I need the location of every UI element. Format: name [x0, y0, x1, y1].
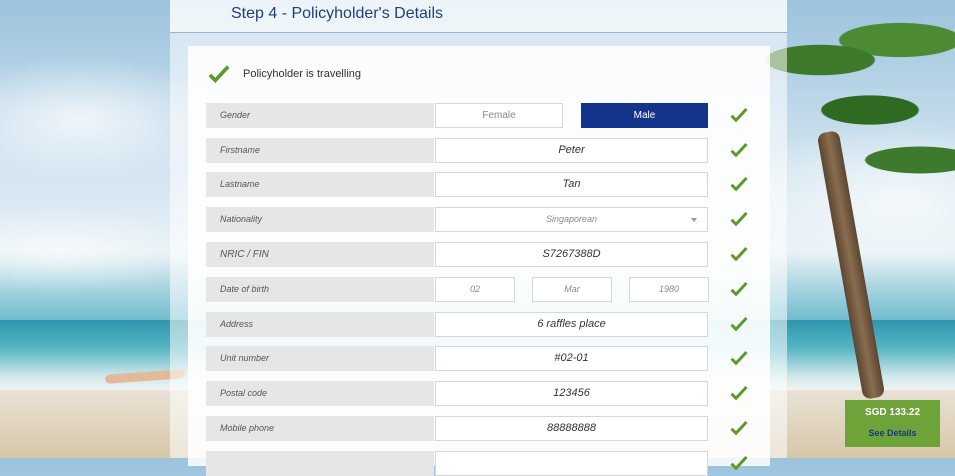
nationality-select[interactable]: Singaporean [435, 207, 708, 232]
dob-month-input[interactable]: Mar [532, 277, 612, 302]
lastname-label: Lastname [206, 172, 434, 197]
checkmark-icon [730, 107, 748, 123]
policyholder-card: Policyholder is travelling Gender Female… [188, 46, 770, 476]
nationality-label: Nationality [206, 207, 434, 232]
next-row [206, 451, 748, 476]
nric-input[interactable]: S7267388D [435, 242, 708, 267]
checkmark-icon [730, 176, 748, 192]
checkmark-icon [730, 455, 748, 471]
gender-female-button[interactable]: Female [435, 103, 563, 128]
mobile-label: Mobile phone [206, 416, 434, 441]
postal-row: Postal code 123456 [206, 381, 748, 406]
checkmark-icon [730, 246, 748, 262]
lastname-row: Lastname Tan [206, 172, 748, 197]
nationality-row: Nationality Singaporean [206, 207, 748, 232]
dob-row: Date of birth 02 Mar 1980 [206, 277, 748, 302]
nric-label: NRIC / FIN [206, 242, 434, 267]
address-input[interactable]: 6 raffles place [435, 312, 708, 337]
postal-label: Postal code [206, 381, 434, 406]
checkmark-icon [730, 211, 748, 227]
firstname-label: Firstname [206, 138, 434, 163]
firstname-row: Firstname Peter [206, 138, 748, 163]
checkmark-icon [208, 65, 230, 84]
postal-input[interactable]: 123456 [435, 381, 708, 406]
checkmark-icon [730, 385, 748, 401]
dob-day-input[interactable]: 02 [435, 277, 515, 302]
mobile-input[interactable]: 88888888 [435, 416, 708, 441]
nric-row: NRIC / FIN S7267388D [206, 242, 748, 267]
step-title: Step 4 - Policyholder's Details [231, 5, 444, 22]
checkmark-icon [730, 350, 748, 366]
address-label: Address [206, 312, 434, 337]
step-header: Step 4 - Policyholder's Details [170, 0, 787, 33]
gender-label: Gender [206, 103, 434, 128]
address-row: Address 6 raffles place [206, 312, 748, 337]
checkmark-icon [730, 316, 748, 332]
price-summary-box[interactable]: SGD 133.22 See Details [845, 400, 940, 447]
checkmark-icon [730, 142, 748, 158]
next-row-label [206, 451, 434, 476]
lastname-input[interactable]: Tan [435, 172, 708, 197]
checkmark-icon [730, 420, 748, 436]
unit-input[interactable]: #02-01 [435, 346, 708, 371]
checkmark-icon [730, 281, 748, 297]
mobile-row: Mobile phone 88888888 [206, 416, 748, 441]
gender-row: Gender Female Male [206, 103, 748, 128]
dob-label: Date of birth [206, 277, 434, 302]
gender-male-button[interactable]: Male [581, 103, 708, 128]
form-panel: Step 4 - Policyholder's Details Policyho… [170, 0, 787, 476]
next-row-input[interactable] [435, 451, 708, 476]
firstname-input[interactable]: Peter [435, 138, 708, 163]
unit-row: Unit number #02-01 [206, 346, 748, 371]
chevron-down-icon [691, 218, 697, 222]
unit-label: Unit number [206, 346, 434, 371]
total-price: SGD 133.22 [864, 407, 921, 418]
travelling-label: Policyholder is travelling [243, 68, 361, 80]
see-details-link[interactable]: See Details [845, 428, 940, 438]
nationality-value: Singaporean [545, 214, 598, 224]
palm-leaves-decoration [760, 0, 955, 210]
dob-year-input[interactable]: 1980 [629, 277, 709, 302]
travelling-toggle[interactable]: Policyholder is travelling [208, 62, 361, 86]
